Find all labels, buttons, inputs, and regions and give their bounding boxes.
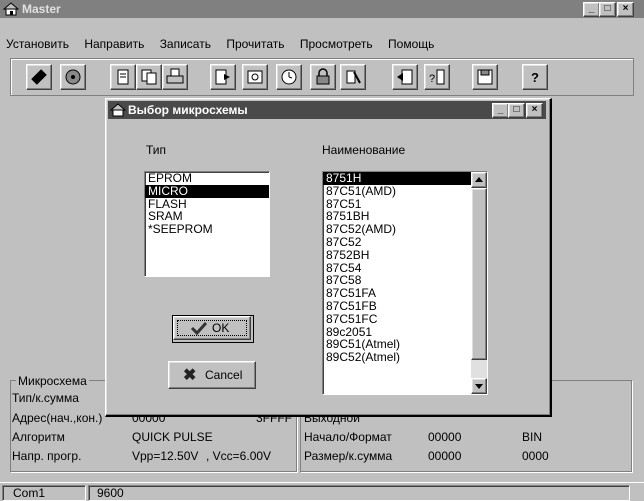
compare-button[interactable]: ? xyxy=(424,64,450,90)
chip-voltage-label: Напр. прогр. xyxy=(12,449,82,463)
page-button[interactable] xyxy=(110,64,136,90)
menu-view[interactable]: Просмотреть xyxy=(300,37,373,51)
main-title-bar: Master _ □ × xyxy=(0,0,644,18)
name-list-scrollbar[interactable] xyxy=(471,172,487,394)
x-icon: ✖ xyxy=(183,367,197,384)
triangle-up-icon xyxy=(475,177,483,182)
name-listbox[interactable]: 8751H 87C51(AMD) 87C51 8751BH 87C52(AMD)… xyxy=(322,171,488,395)
type-item-seeprom[interactable]: *SEEPROM xyxy=(145,223,269,236)
svg-text:?: ? xyxy=(531,70,539,85)
cancel-label: Cancel xyxy=(205,368,243,382)
menu-send[interactable]: Направить xyxy=(84,37,144,51)
chip-algorithm-value: QUICK PULSE xyxy=(132,430,213,444)
chip-vcc-value: , Vcc=6.00V xyxy=(206,449,272,463)
chip-vpp-value: Vpp=12.50V xyxy=(132,449,199,463)
menu-bar: Установить Направить Записать Прочитать … xyxy=(6,37,446,55)
verify-icon xyxy=(247,70,263,84)
print-icon xyxy=(166,68,184,84)
format-value: BIN xyxy=(522,430,543,444)
ok-button-face: OK xyxy=(173,316,251,340)
dialog-minimize-button[interactable]: _ xyxy=(492,103,509,118)
start-value: 00000 xyxy=(428,430,462,444)
chip-algorithm-label: Алгоритм xyxy=(12,430,65,444)
dialog-title-bar: Выбор микросхемы _ □ × xyxy=(108,101,546,119)
status-baud: 9600 xyxy=(88,485,630,501)
name-item[interactable]: 89C52(Atmel) xyxy=(323,351,487,364)
transfer-icon xyxy=(397,69,413,85)
menu-write[interactable]: Записать xyxy=(160,37,211,51)
ok-button[interactable]: OK xyxy=(172,315,254,343)
dialog-title: Выбор микросхемы xyxy=(128,103,248,117)
scroll-thumb[interactable] xyxy=(471,188,487,360)
chip-select-dialog: Выбор микросхемы _ □ × Тип Наименование … xyxy=(105,98,552,417)
ok-label: OK xyxy=(212,321,230,335)
name-item[interactable]: 8751H xyxy=(323,172,487,185)
app-icon xyxy=(2,2,20,19)
help-icon: ? xyxy=(531,70,539,85)
copy-icon xyxy=(141,69,157,85)
size-value: 00000 xyxy=(428,449,462,463)
type-label: Тип xyxy=(146,143,167,157)
chip-type-label: Тип/к.сумма xyxy=(12,391,79,405)
type-item-micro[interactable]: MICRO xyxy=(145,184,269,198)
clock-icon xyxy=(281,69,297,85)
svg-text:?: ? xyxy=(429,73,435,85)
verify-button[interactable] xyxy=(242,64,268,90)
name-label: Наименование xyxy=(322,143,406,157)
lock-button[interactable] xyxy=(310,64,336,90)
size-checksum-label: Размер/к.сумма xyxy=(304,449,393,463)
print-button[interactable] xyxy=(162,64,188,90)
save-icon xyxy=(477,69,493,85)
triangle-down-icon xyxy=(475,384,483,389)
cancel-button[interactable]: ✖ Cancel xyxy=(168,361,256,389)
disc-icon xyxy=(65,69,81,85)
program-button[interactable] xyxy=(210,64,236,90)
close-button[interactable]: × xyxy=(617,2,634,17)
help-button[interactable]: ? xyxy=(522,64,548,90)
lock-icon xyxy=(316,68,330,85)
chip-group-label: Микросхема xyxy=(16,374,89,388)
scroll-down-arrow[interactable] xyxy=(471,378,487,394)
compare-icon: ? xyxy=(429,69,445,85)
start-format-label: Начало/Формат xyxy=(304,430,392,444)
checkmark-icon xyxy=(190,321,208,335)
name-item[interactable]: 8752BH xyxy=(323,248,487,262)
page-icon xyxy=(117,69,129,85)
chip-button[interactable] xyxy=(26,64,52,90)
disc-button[interactable] xyxy=(60,64,86,90)
copy-button[interactable] xyxy=(136,64,162,90)
save-button[interactable] xyxy=(472,64,498,90)
window-title: Master xyxy=(22,2,61,16)
name-item[interactable]: 87C51FC xyxy=(323,312,487,326)
menu-install[interactable]: Установить xyxy=(6,37,69,51)
name-item[interactable]: 87C51FB xyxy=(323,300,487,313)
program-icon xyxy=(215,69,230,85)
minimize-button[interactable]: _ xyxy=(583,2,600,17)
status-port: Com1 xyxy=(2,485,86,501)
type-item-eprom[interactable]: EPROM xyxy=(145,172,269,185)
erase-icon xyxy=(346,70,361,84)
name-item[interactable]: 87C51(AMD) xyxy=(323,184,487,198)
checksum-value: 0000 xyxy=(522,449,549,463)
clock-button[interactable] xyxy=(276,64,302,90)
chip-icon xyxy=(31,69,47,85)
chip-address-label: Адрес(нач.,кон.) xyxy=(12,411,103,425)
maximize-button[interactable]: □ xyxy=(599,2,616,17)
dialog-close-button[interactable]: × xyxy=(526,103,543,118)
transfer-button[interactable] xyxy=(392,64,418,90)
type-listbox[interactable]: EPROM MICRO FLASH SRAM *SEEPROM xyxy=(144,171,270,277)
menu-help[interactable]: Помощь xyxy=(388,37,434,51)
name-item[interactable]: 87C52 xyxy=(323,236,487,249)
erase-button[interactable] xyxy=(340,64,366,90)
dialog-maximize-button[interactable]: □ xyxy=(508,103,525,118)
scroll-up-arrow[interactable] xyxy=(471,172,487,188)
menu-read[interactable]: Прочитать xyxy=(226,37,284,51)
dialog-app-icon xyxy=(109,103,127,120)
status-bar: Com1 9600 xyxy=(0,482,644,501)
